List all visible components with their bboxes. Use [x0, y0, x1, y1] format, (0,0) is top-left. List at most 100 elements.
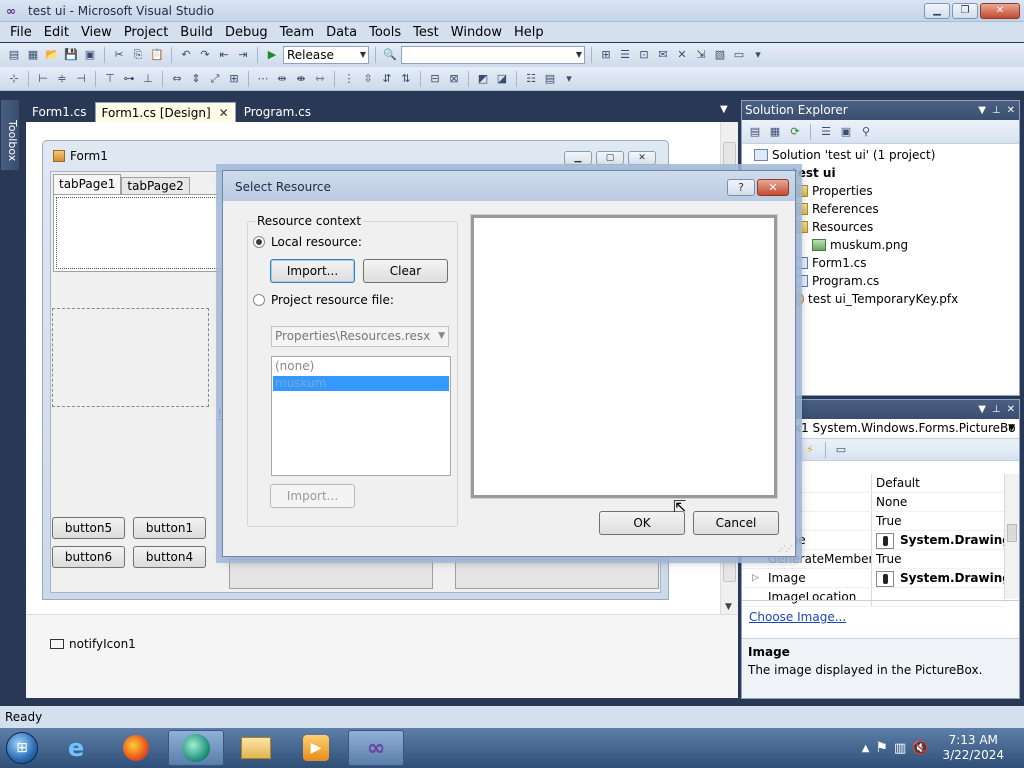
- class-diagram-icon[interactable]: ⚲: [858, 124, 874, 140]
- align-rights-icon[interactable]: ⊣: [73, 71, 89, 87]
- network-icon[interactable]: ▥: [894, 741, 906, 756]
- clock[interactable]: 7:13 AM 3/22/2024: [942, 733, 1004, 763]
- align-middles-icon[interactable]: ⊶: [121, 71, 137, 87]
- button6-control[interactable]: button6: [52, 546, 125, 568]
- menu-help[interactable]: Help: [508, 25, 550, 40]
- local-resource-radio[interactable]: Local resource:: [253, 235, 362, 249]
- make-same-width-icon[interactable]: ⇔: [169, 71, 185, 87]
- tree-form1-cs[interactable]: Form1.cs: [794, 256, 867, 270]
- tab-order-icon[interactable]: ☷: [523, 71, 539, 87]
- tree-resources[interactable]: Resources: [794, 220, 873, 234]
- help-button[interactable]: ?: [727, 179, 755, 196]
- vertical-spacing-remove-icon[interactable]: ⇅: [398, 71, 414, 87]
- center-horizontally-icon[interactable]: ⊟: [427, 71, 443, 87]
- property-value[interactable]: None: [872, 493, 1005, 511]
- window-position-icon[interactable]: ▼: [978, 101, 986, 120]
- start-debugging-icon[interactable]: ▶: [264, 47, 280, 63]
- bring-to-front-icon[interactable]: ◩: [475, 71, 491, 87]
- menu-test[interactable]: Test: [407, 25, 445, 40]
- make-same-size-icon[interactable]: ⤢: [207, 71, 223, 87]
- solution-explorer-icon[interactable]: ⊞: [598, 47, 614, 63]
- picturebox-control[interactable]: [52, 308, 209, 407]
- resource-listbox[interactable]: (none) muskum: [271, 356, 451, 476]
- menu-window[interactable]: Window: [445, 25, 508, 40]
- size-to-grid-icon[interactable]: ⊞: [226, 71, 242, 87]
- taskbar-media-app[interactable]: [168, 730, 224, 766]
- vertical-spacing-decrease-icon[interactable]: ⇵: [379, 71, 395, 87]
- navigate-back-icon[interactable]: ⇤: [216, 47, 232, 63]
- taskbar-internet-explorer[interactable]: e: [48, 730, 104, 766]
- horizontal-spacing-equal-icon[interactable]: ⋯: [255, 71, 271, 87]
- save-all-icon[interactable]: ▣: [82, 47, 98, 63]
- scroll-down-icon[interactable]: ▼: [725, 602, 732, 612]
- button5-control[interactable]: button5: [52, 517, 125, 539]
- align-lefts-icon[interactable]: ⊢: [35, 71, 51, 87]
- toolbox-tab[interactable]: Toolbox: [1, 100, 19, 170]
- tree-program-cs[interactable]: Program.cs: [794, 274, 879, 288]
- close-button[interactable]: ✕: [980, 3, 1020, 19]
- redo-icon[interactable]: ↷: [197, 47, 213, 63]
- paste-icon[interactable]: 📋: [149, 47, 165, 63]
- property-value[interactable]: Default: [872, 474, 1005, 492]
- taskbar-visual-studio[interactable]: ∞: [348, 730, 404, 766]
- undo-icon[interactable]: ↶: [178, 47, 194, 63]
- new-project-icon[interactable]: ▤: [6, 47, 22, 63]
- align-tops-icon[interactable]: ⊤: [102, 71, 118, 87]
- pin-icon[interactable]: ⊥: [992, 400, 1001, 419]
- dialog-close-button[interactable]: ✕: [757, 179, 789, 196]
- show-hidden-icons-icon[interactable]: ▲: [862, 743, 870, 754]
- tree-project[interactable]: test ui: [792, 166, 836, 180]
- vertical-spacing-equal-icon[interactable]: ⋮: [341, 71, 357, 87]
- horizontal-spacing-remove-icon[interactable]: ⇿: [312, 71, 328, 87]
- active-files-dropdown-icon[interactable]: ▼: [720, 104, 728, 115]
- tools-icon[interactable]: ✕: [674, 47, 690, 63]
- button1-control[interactable]: button1: [133, 517, 206, 539]
- property-grid-scrollbar[interactable]: [1004, 474, 1019, 599]
- show-all-files-icon[interactable]: ▦: [767, 124, 783, 140]
- make-same-height-icon[interactable]: ⇕: [188, 71, 204, 87]
- minimize-button[interactable]: ▁: [924, 3, 950, 19]
- copy-icon[interactable]: ⎘: [130, 47, 146, 63]
- center-vertically-icon[interactable]: ⊠: [446, 71, 462, 87]
- import-project-button[interactable]: Import...: [270, 484, 355, 508]
- menu-debug[interactable]: Debug: [219, 25, 274, 40]
- find-combo[interactable]: ▼: [401, 46, 585, 64]
- tree-muskum-png[interactable]: muskum.png: [812, 238, 908, 252]
- object-browser-icon[interactable]: ⊡: [636, 47, 652, 63]
- toolbar-options-icon[interactable]: ▾: [750, 47, 766, 63]
- clear-button[interactable]: Clear: [363, 259, 448, 283]
- panel-control[interactable]: [455, 559, 659, 589]
- panel-control[interactable]: [229, 559, 433, 589]
- pin-icon[interactable]: ⊥: [992, 101, 1001, 120]
- menu-file[interactable]: File: [4, 25, 38, 40]
- window-position-icon[interactable]: ▼: [978, 400, 986, 419]
- list-item-selected[interactable]: muskum: [273, 376, 449, 391]
- taskbar-firefox[interactable]: [108, 730, 164, 766]
- expand-icon[interactable]: ▷: [752, 569, 759, 587]
- menu-data[interactable]: Data: [320, 25, 363, 40]
- close-panel-icon[interactable]: ✕: [1007, 101, 1015, 120]
- tree-properties[interactable]: Properties: [794, 184, 873, 198]
- server-explorer-icon[interactable]: ▧: [712, 47, 728, 63]
- tree-references[interactable]: References: [794, 202, 879, 216]
- tab-form1-design[interactable]: Form1.cs [Design] ✕: [94, 102, 236, 122]
- close-panel-icon[interactable]: ✕: [1007, 400, 1015, 419]
- cut-icon[interactable]: ✂: [111, 47, 127, 63]
- tab-tabpage1[interactable]: tabPage1: [53, 174, 122, 194]
- import-local-button[interactable]: Import...: [270, 259, 355, 283]
- align-centers-icon[interactable]: ≑: [54, 71, 70, 87]
- open-file-icon[interactable]: 📂: [44, 47, 60, 63]
- view-code-icon[interactable]: ☰: [818, 124, 834, 140]
- taskbar-media-player[interactable]: ▶: [288, 730, 344, 766]
- extension-manager-icon[interactable]: ⇲: [693, 47, 709, 63]
- toolbox-icon[interactable]: ✉: [655, 47, 671, 63]
- menu-tools[interactable]: Tools: [363, 25, 407, 40]
- align-to-grid-icon[interactable]: ⊹: [6, 71, 22, 87]
- view-designer-icon[interactable]: ▣: [838, 124, 854, 140]
- action-center-flag-icon[interactable]: ⚑: [875, 740, 888, 756]
- menu-edit[interactable]: Edit: [38, 25, 75, 40]
- tree-temporary-key[interactable]: test ui_TemporaryKey.pfx: [794, 292, 958, 306]
- tab-tabpage2[interactable]: tabPage2: [121, 177, 190, 194]
- send-to-back-icon[interactable]: ◪: [494, 71, 510, 87]
- tab-program-cs[interactable]: Program.cs: [238, 102, 317, 122]
